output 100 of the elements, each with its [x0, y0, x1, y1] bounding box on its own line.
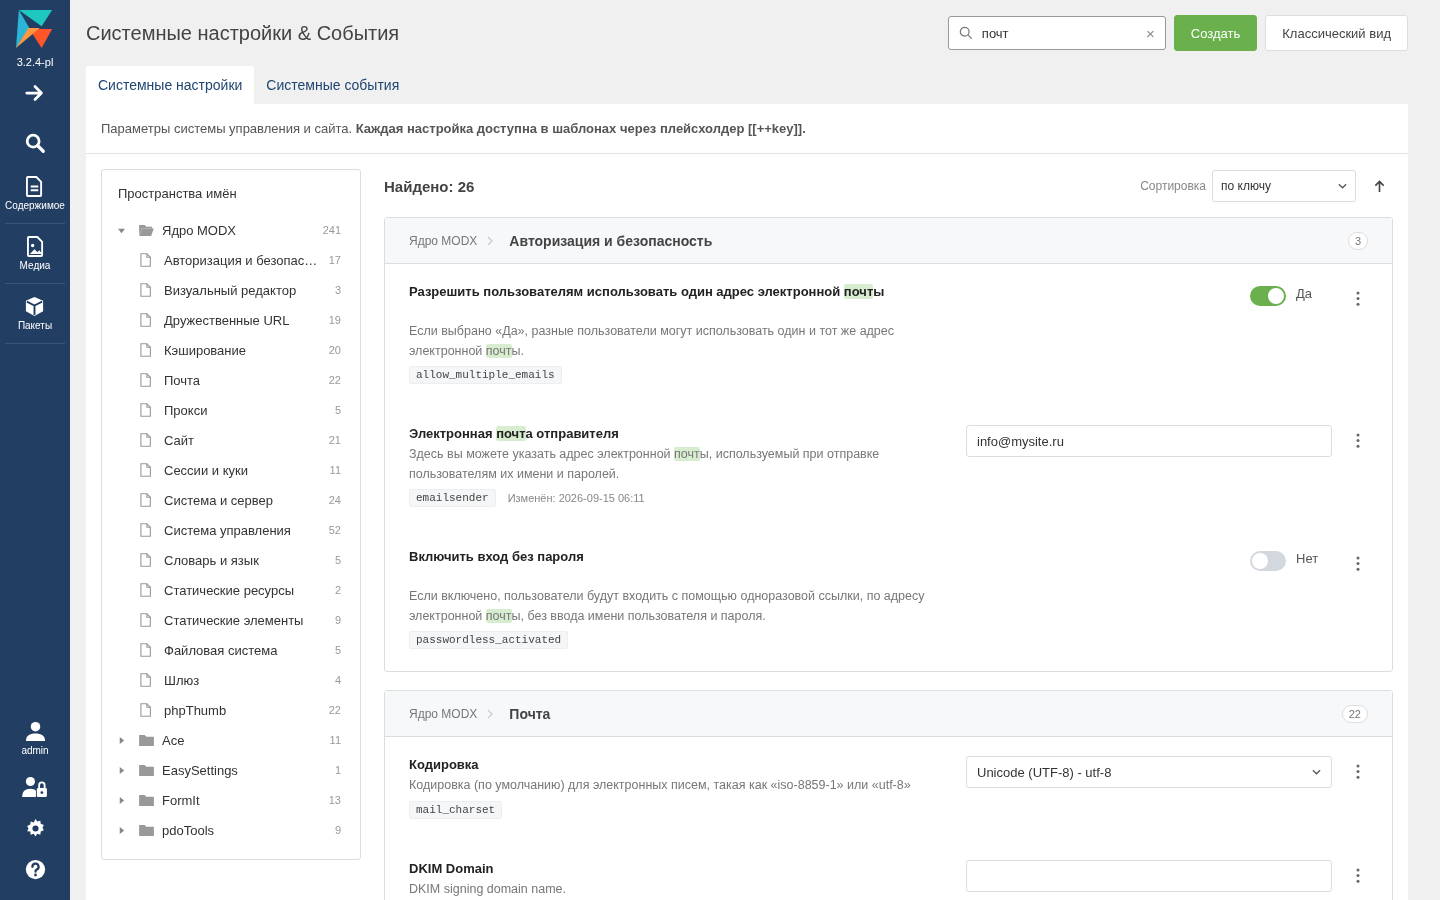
- tree-item[interactable]: Словарь и язык 5: [102, 545, 360, 575]
- tree-item[interactable]: phpThumb 22: [102, 695, 360, 725]
- setting-description: Если выбрано «Да», разные пользователи могут использовать один и тот же адрес электронной почты.: [409, 323, 896, 360]
- more-icon: [1356, 433, 1360, 448]
- toggle-switch[interactable]: [1250, 551, 1286, 571]
- results-count: Найдено: 26: [384, 177, 475, 195]
- help-icon: [24, 859, 46, 880]
- box-nav-button[interactable]: Пакеты: [17, 292, 53, 335]
- setting-description: Кодировка (по умолчанию) для электронных писем, такая как «iso-8859-1» или «utf-8»: [409, 777, 912, 794]
- group-title: Почта: [509, 705, 552, 722]
- search-icon: [958, 26, 973, 40]
- logo-icon: [16, 10, 54, 48]
- tree-item[interactable]: Визуальный редактор 3: [102, 275, 360, 305]
- document-nav-button[interactable]: Содержимое: [5, 172, 65, 215]
- sort-dropdown[interactable]: по ключу: [1212, 170, 1356, 202]
- file-icon: [140, 373, 151, 387]
- text-field[interactable]: info@mysite.ru: [966, 425, 1332, 457]
- setting-description: Если включено, пользователи будут входить с помощью одноразовой ссылки, по адресу электронной почты, без ввода имени пользователя и пароля.: [409, 588, 926, 625]
- tree-item[interactable]: Шлюз 4: [102, 665, 360, 695]
- file-icon: [140, 343, 151, 357]
- setting-key: allow_multiple_emails: [409, 366, 562, 384]
- toggle-label: Нет: [1296, 551, 1320, 566]
- folder-icon: [139, 824, 154, 836]
- breadcrumb-link[interactable]: Ядро MODX: [409, 233, 478, 248]
- arrow-up-icon: [1374, 179, 1385, 193]
- tree-item[interactable]: pdoTools 9: [102, 815, 360, 845]
- file-icon: [140, 313, 151, 327]
- tree-item[interactable]: Сайт 21: [102, 425, 360, 455]
- chevron-right-icon: [487, 708, 494, 719]
- toggle-switch[interactable]: [1250, 286, 1286, 306]
- file-icon: [140, 493, 151, 507]
- setting-key: passwordless_activated: [409, 631, 569, 649]
- folder-icon: [139, 764, 154, 776]
- file-icon: [140, 553, 151, 567]
- version-label: 3.2.4-pl: [16, 56, 54, 68]
- tree-item[interactable]: Статические элементы 9: [102, 605, 360, 635]
- count-badge: 22: [1341, 704, 1368, 723]
- group-title: Авторизация и безопасность: [509, 232, 714, 249]
- tree-item[interactable]: Авторизация и безопас… 17: [102, 245, 360, 275]
- tree-item[interactable]: Почта 22: [102, 365, 360, 395]
- file-icon: [140, 403, 151, 417]
- count-badge: 3: [1347, 231, 1368, 250]
- setting-key: emailsender: [409, 489, 496, 507]
- text-field[interactable]: [966, 859, 1332, 892]
- classic-view-button[interactable]: Классический вид: [1265, 15, 1408, 51]
- modified-date: Изменён: 2026-09-15 06:11: [507, 492, 645, 504]
- search-field[interactable]: почт ×: [947, 16, 1166, 50]
- user-lock-icon: [22, 776, 48, 798]
- setting-key: mail_charset: [409, 800, 503, 819]
- tree-item[interactable]: Прокси 5: [102, 395, 360, 425]
- tree-item[interactable]: Кэширование 20: [102, 335, 360, 365]
- search-icon: [24, 132, 46, 154]
- setting-title: DKIM Domain: [409, 859, 495, 877]
- tree-item[interactable]: Система и сервер 24: [102, 485, 360, 515]
- intro-text: Параметры системы управления и сайта. Каждая настройка доступна в шаблонах через плейсхолдер [[++key]].: [86, 104, 1408, 154]
- tree-title: Пространства имён: [117, 186, 238, 203]
- tree-item[interactable]: Статические ресурсы 2: [102, 575, 360, 605]
- file-icon: [140, 613, 151, 627]
- more-icon: [1356, 291, 1360, 306]
- box-icon: [24, 296, 46, 317]
- page-title: Системные настройки & События: [86, 21, 400, 45]
- file-icon: [140, 583, 151, 597]
- setting-title: Включить вход без пароля: [409, 548, 585, 565]
- sort-label: Сортировка: [1140, 179, 1206, 193]
- user-nav-button[interactable]: admin: [21, 717, 49, 760]
- chevron-down-icon: [1312, 769, 1321, 775]
- file-icon: [140, 283, 151, 297]
- tree-item[interactable]: Дружественные URL 19: [102, 305, 360, 335]
- dropdown[interactable]: Unicode (UTF-8) - utf-8: [966, 756, 1332, 788]
- more-icon: [1356, 764, 1360, 779]
- breadcrumb-link[interactable]: Ядро MODX: [409, 706, 478, 721]
- tree-item[interactable]: Сессии и куки 11: [102, 455, 360, 485]
- setting-title: Электронная почта отправителя: [409, 425, 620, 442]
- file-icon: [140, 523, 151, 537]
- file-icon: [140, 253, 151, 267]
- document-icon: [26, 176, 44, 197]
- setting-title: Кодировка: [409, 756, 480, 773]
- tree-item[interactable]: Система управления 52: [102, 515, 360, 545]
- more-icon: [1356, 556, 1360, 571]
- tab[interactable]: Системные настройки: [86, 66, 255, 104]
- image-file-nav-button[interactable]: Медиа: [19, 232, 51, 275]
- setting-title: Разрешить пользователям использовать один адрес электронной почты: [409, 283, 886, 300]
- chevron-down-icon: [1338, 183, 1347, 189]
- tab[interactable]: Системные события: [254, 66, 412, 104]
- setting-description: Здесь вы можете указать адрес электронной почты, используемый при отправке пользователям их имени и паролей.: [409, 446, 881, 483]
- tree-item[interactable]: Ядро MODX 241: [102, 215, 360, 245]
- user-icon: [24, 721, 46, 742]
- more-icon: [1356, 867, 1360, 883]
- tree-item[interactable]: FormIt 13: [102, 785, 360, 815]
- file-icon: [140, 463, 151, 477]
- tree-item[interactable]: EasySettings 1: [102, 755, 360, 785]
- clear-button[interactable]: ×: [1146, 24, 1155, 42]
- chevron-right-icon: [487, 235, 494, 246]
- tree-item[interactable]: Ace 11: [102, 725, 360, 755]
- file-icon: [140, 433, 151, 447]
- arrow-icon: [24, 82, 46, 104]
- file-icon: [140, 703, 151, 717]
- file-icon: [140, 643, 151, 657]
- setting-description: DKIM signing domain name.: [409, 880, 568, 898]
- tree-item[interactable]: Файловая система 5: [102, 635, 360, 665]
